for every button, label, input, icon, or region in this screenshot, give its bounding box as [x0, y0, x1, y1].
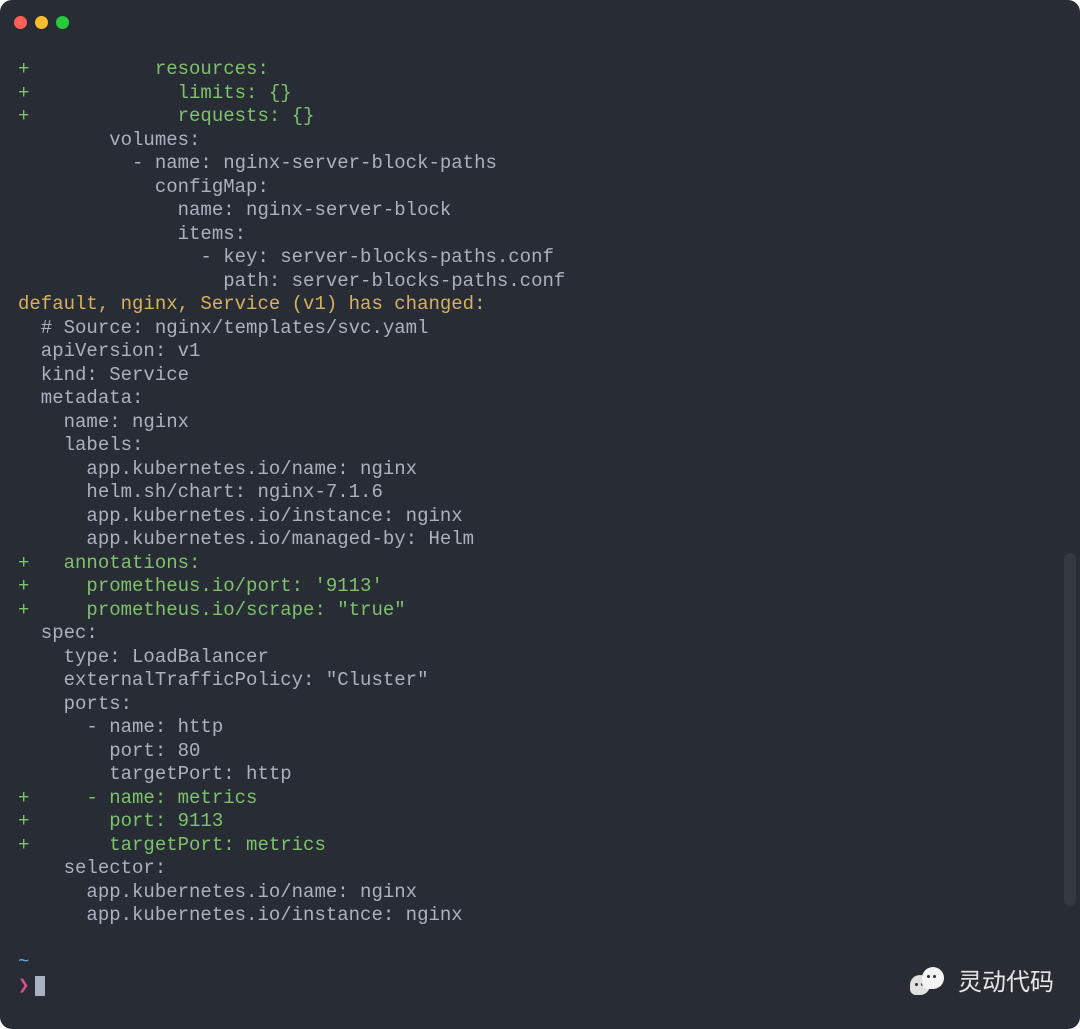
terminal-line: name: nginx: [18, 411, 1062, 435]
terminal-line: metadata:: [18, 387, 1062, 411]
terminal-line: + requests: {}: [18, 105, 1062, 129]
terminal-line: selector:: [18, 857, 1062, 881]
terminal-line: targetPort: http: [18, 763, 1062, 787]
terminal-line: app.kubernetes.io/instance: nginx: [18, 904, 1062, 928]
terminal-line: helm.sh/chart: nginx-7.1.6: [18, 481, 1062, 505]
terminal-line: + port: 9113: [18, 810, 1062, 834]
terminal-line: + prometheus.io/scrape: "true": [18, 599, 1062, 623]
terminal-line: + targetPort: metrics: [18, 834, 1062, 858]
window-close-dot[interactable]: [14, 16, 27, 29]
terminal-window: + resources:+ limits: {}+ requests: {} v…: [0, 0, 1080, 1029]
scrollbar-track[interactable]: [1062, 44, 1078, 1023]
terminal-line: path: server-blocks-paths.conf: [18, 270, 1062, 294]
watermark: 灵动代码: [910, 967, 1054, 999]
terminal-line: app.kubernetes.io/instance: nginx: [18, 505, 1062, 529]
prompt-symbol: ❯: [18, 975, 29, 999]
terminal-line: [18, 928, 1062, 952]
terminal-line: + limits: {}: [18, 82, 1062, 106]
terminal-line: # Source: nginx/templates/svc.yaml: [18, 317, 1062, 341]
terminal-line: - name: http: [18, 716, 1062, 740]
window-zoom-dot[interactable]: [56, 16, 69, 29]
watermark-text: 灵动代码: [958, 971, 1054, 995]
cursor: [35, 976, 45, 996]
terminal-body[interactable]: + resources:+ limits: {}+ requests: {} v…: [0, 44, 1080, 1010]
window-titlebar: [0, 0, 1080, 44]
terminal-line: + prometheus.io/port: '9113': [18, 575, 1062, 599]
terminal-line: externalTrafficPolicy: "Cluster": [18, 669, 1062, 693]
terminal-line: kind: Service: [18, 364, 1062, 388]
terminal-line: app.kubernetes.io/name: nginx: [18, 881, 1062, 905]
prompt-line[interactable]: ❯: [18, 975, 1062, 999]
scrollbar-thumb[interactable]: [1064, 553, 1076, 905]
terminal-line: volumes:: [18, 129, 1062, 153]
wechat-icon: [910, 967, 948, 999]
terminal-line: + resources:: [18, 58, 1062, 82]
terminal-line: ports:: [18, 693, 1062, 717]
terminal-line: labels:: [18, 434, 1062, 458]
terminal-line: - key: server-blocks-paths.conf: [18, 246, 1062, 270]
terminal-line: default, nginx, Service (v1) has changed…: [18, 293, 1062, 317]
terminal-line: + - name: metrics: [18, 787, 1062, 811]
window-minimize-dot[interactable]: [35, 16, 48, 29]
terminal-line: port: 80: [18, 740, 1062, 764]
terminal-line: spec:: [18, 622, 1062, 646]
terminal-line: items:: [18, 223, 1062, 247]
terminal-line: name: nginx-server-block: [18, 199, 1062, 223]
terminal-line: apiVersion: v1: [18, 340, 1062, 364]
terminal-line: configMap:: [18, 176, 1062, 200]
terminal-line: - name: nginx-server-block-paths: [18, 152, 1062, 176]
terminal-line: + annotations:: [18, 552, 1062, 576]
terminal-line: app.kubernetes.io/name: nginx: [18, 458, 1062, 482]
terminal-line: ~: [18, 951, 1062, 975]
terminal-line: type: LoadBalancer: [18, 646, 1062, 670]
terminal-line: app.kubernetes.io/managed-by: Helm: [18, 528, 1062, 552]
